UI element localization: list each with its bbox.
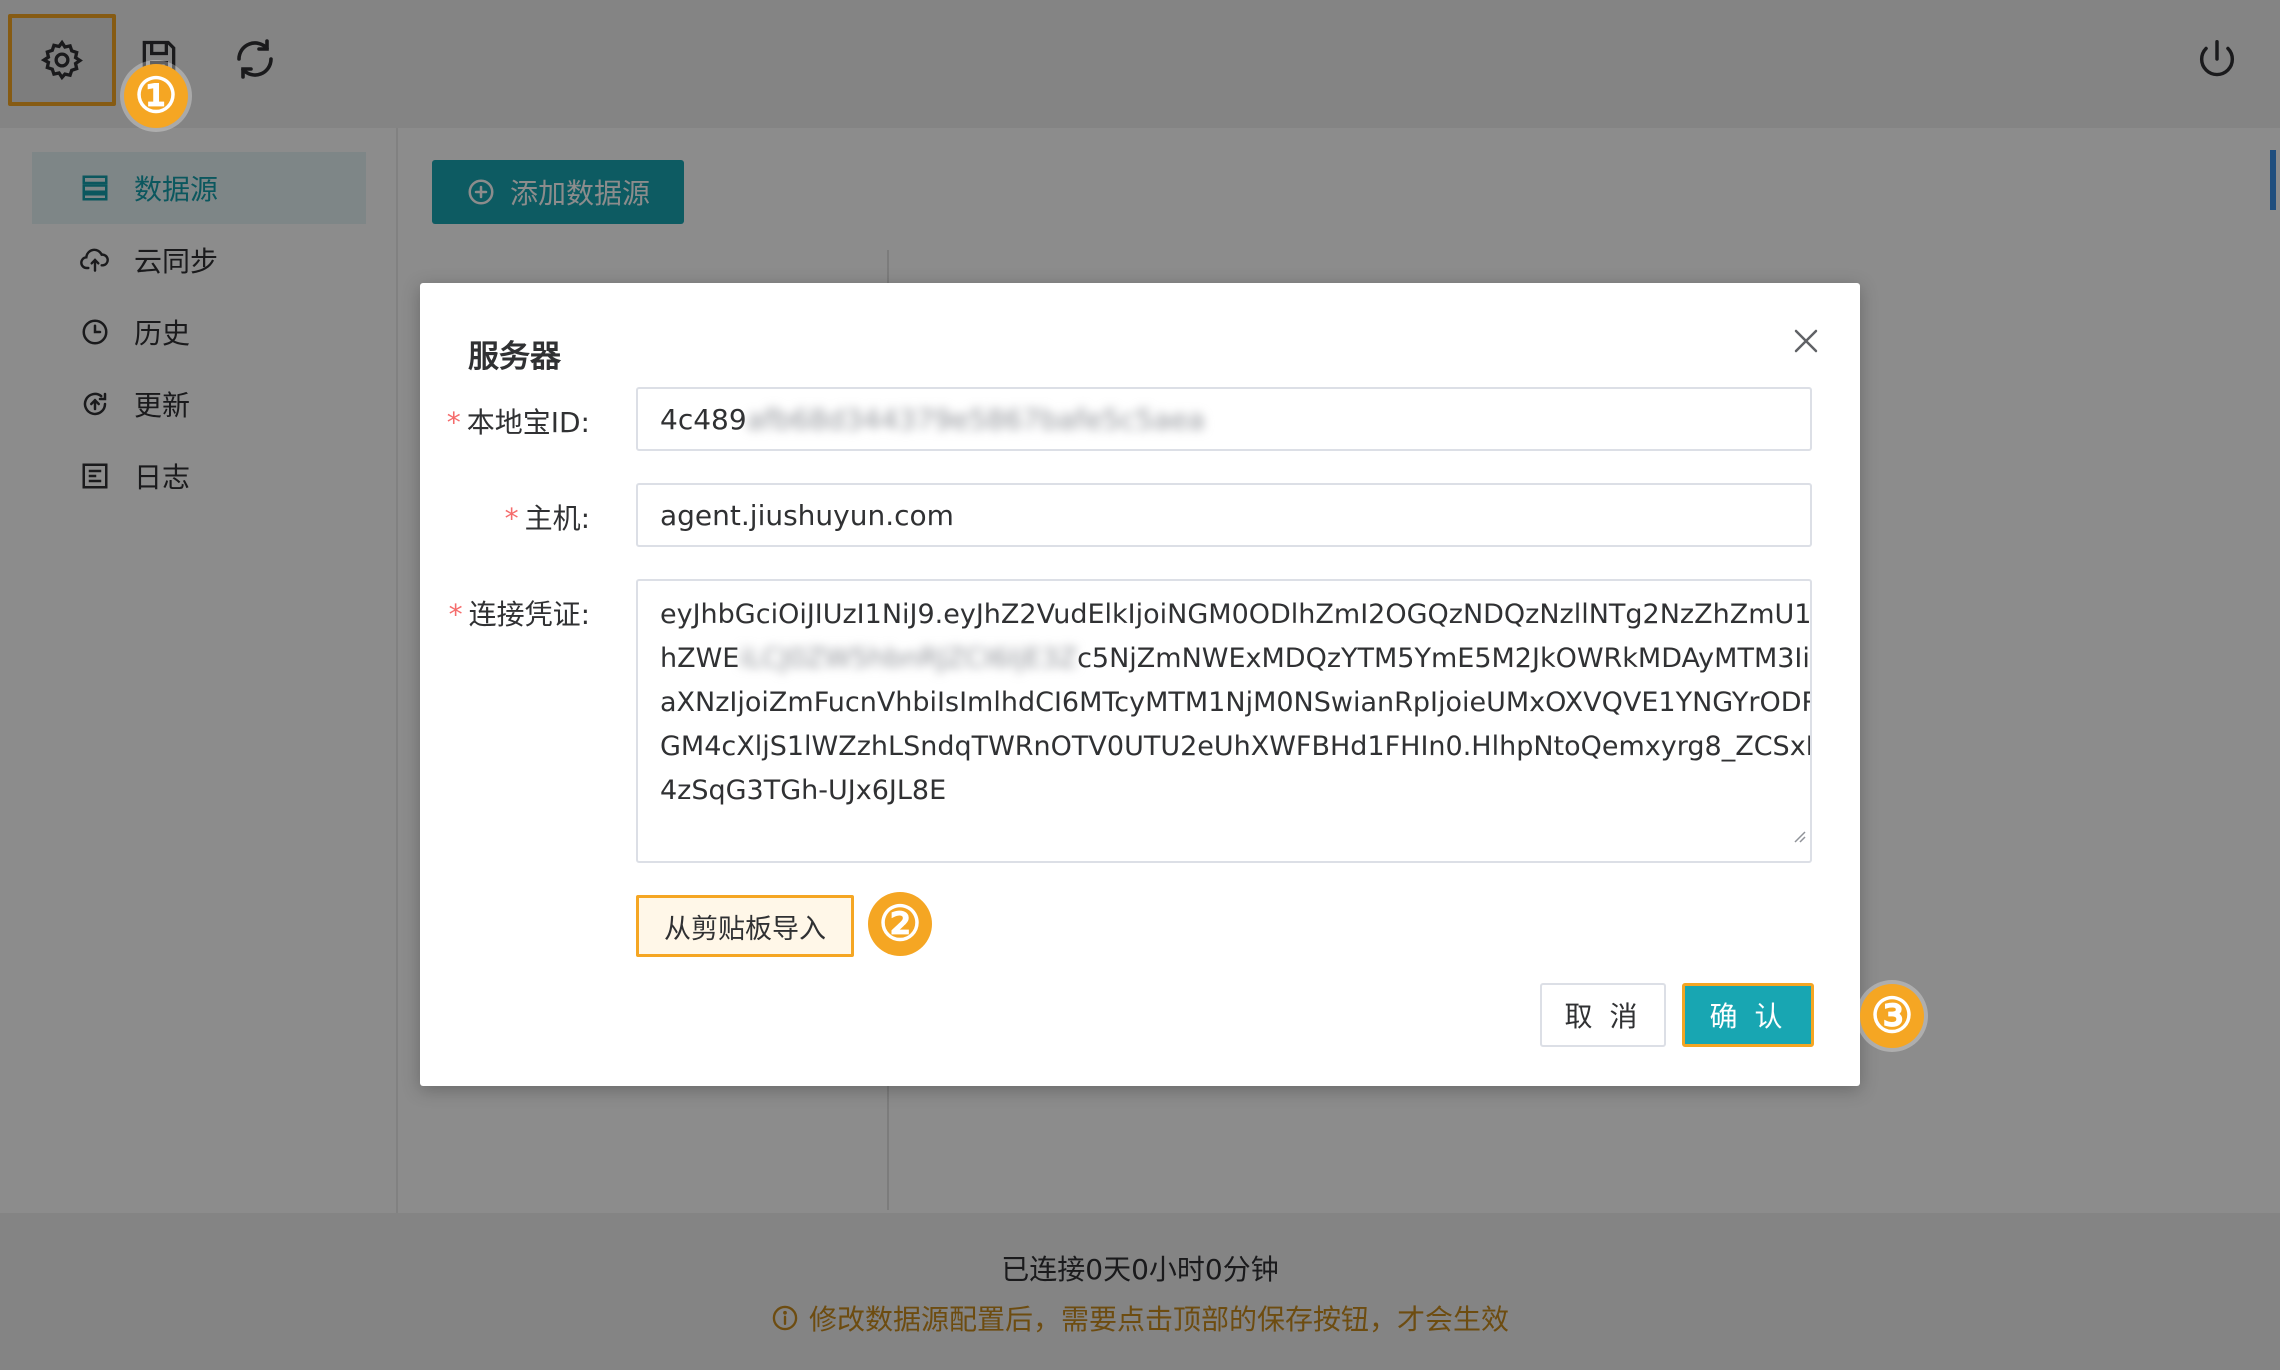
credential-blurred: iLCJ0ZW5hbnRJZCI6IjE3Z — [739, 643, 1078, 674]
host-value: agent.jiushuyun.com — [660, 498, 954, 532]
resize-handle-icon[interactable] — [1790, 813, 1806, 857]
confirm-button[interactable]: 确 认 — [1682, 983, 1814, 1047]
close-button[interactable] — [1786, 323, 1826, 363]
id-value-blurred: afb68d344379e5867bafe5c5aea — [746, 402, 1205, 436]
step-badge-2: ② — [868, 892, 932, 956]
close-icon — [1791, 326, 1821, 360]
dialog-title: 服务器 — [468, 339, 561, 375]
step-badge-3: ③ — [1860, 984, 1924, 1048]
id-label: * 本地宝ID: — [446, 406, 590, 439]
required-mark: * — [448, 598, 463, 631]
server-dialog: 服务器 * 本地宝ID: 4c489 afb68d344379e5867bafe5c… — [420, 283, 1860, 1086]
credential-line: GM4cXljS1lWZzhLSndqTWRnOTV0UTU2eUhXWFBHd… — [660, 731, 1812, 762]
id-input[interactable]: 4c489 afb68d344379e5867bafe5c5aea — [636, 387, 1812, 451]
paste-from-clipboard-button[interactable]: 从剪贴板导入 — [636, 895, 854, 957]
credential-line: hZWEiLCJ0ZW5hbnRJZCI6IjE3Zc5NjZmNWExMDQz… — [660, 643, 1812, 674]
credential-line: aXNzIjoiZmFucnVhbiIsImlhdCI6MTcyMTM1NjM0… — [660, 687, 1812, 718]
host-label: * 主机: — [504, 502, 590, 535]
credential-textarea[interactable]: eyJhbGciOiJIUzI1NiJ9.eyJhZ2VudElkIjoiNGM… — [636, 579, 1812, 863]
cancel-button[interactable]: 取 消 — [1540, 983, 1666, 1047]
credential-label: * 连接凭证: — [448, 598, 590, 631]
required-mark: * — [504, 502, 519, 535]
step-badge-1: ① — [124, 64, 188, 128]
credential-line: 4zSqG3TGh-UJx6JL8E — [660, 775, 947, 806]
host-input[interactable]: agent.jiushuyun.com — [636, 483, 1812, 547]
credential-line: eyJhbGciOiJIUzI1NiJ9.eyJhZ2VudElkIjoiNGM… — [660, 599, 1812, 630]
id-value-visible: 4c489 — [660, 402, 747, 436]
required-mark: * — [446, 406, 461, 439]
